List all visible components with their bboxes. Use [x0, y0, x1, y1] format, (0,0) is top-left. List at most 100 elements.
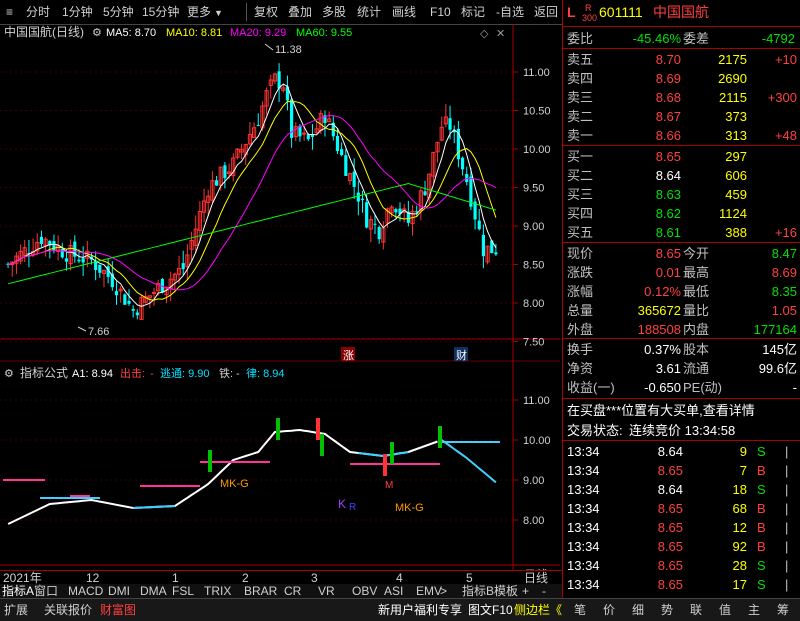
indicator-tab-8[interactable]: CR: [284, 584, 301, 598]
ask-row: 卖四 8.69 2690: [563, 69, 800, 88]
stat-value: 0.12%: [644, 284, 681, 299]
indicator-tab-4[interactable]: DMA: [140, 584, 167, 598]
trade-status-value: 连续竞价 13:34:58: [629, 423, 736, 438]
tab-15min[interactable]: 15分钟: [142, 4, 179, 20]
side-tab-5[interactable]: 值: [719, 602, 731, 618]
chart-settings-icon[interactable]: ⚙: [92, 27, 102, 39]
mk-g-label-1: MK-G: [220, 478, 249, 490]
indicator-tab-3[interactable]: DMI: [108, 584, 130, 598]
stat-value: 145亿: [762, 342, 797, 357]
stat-label: 涨跌: [567, 265, 594, 280]
indicator-tab-6[interactable]: TRIX: [204, 584, 231, 598]
btn-huaxian[interactable]: 画线: [392, 4, 416, 20]
btn-zixuan[interactable]: -自选: [496, 4, 524, 20]
signal-marker: [438, 426, 442, 448]
side-tab-2[interactable]: 细: [632, 602, 644, 618]
tick-divider: |: [785, 444, 789, 459]
ask-volume: 2115: [719, 90, 747, 105]
stat-value: 99.6亿: [758, 361, 797, 376]
ask-row: 卖二 8.67 373: [563, 107, 800, 126]
tab-fenshi[interactable]: 分时: [26, 4, 50, 20]
btn-fanhui[interactable]: 返回: [534, 4, 558, 20]
indicator-tab-13[interactable]: >: [440, 584, 447, 598]
ask-price: 8.66: [655, 128, 681, 143]
indicator-tab-5[interactable]: FSL: [172, 584, 194, 598]
status-new-user[interactable]: 新用户福利专享: [378, 602, 462, 618]
indicator-tab-2[interactable]: MACD: [68, 584, 103, 598]
indicator-chuji-value: -: [150, 368, 154, 380]
indicator-tab-0[interactable]: 指标A: [2, 584, 34, 598]
tick-row: 13:34 8.65 92 B |: [563, 537, 800, 556]
tab-5min[interactable]: 5分钟: [103, 4, 134, 20]
stat-value: 8.35: [771, 284, 797, 299]
btn-tongji[interactable]: 统计: [357, 4, 381, 20]
indicator-tab-11[interactable]: ASI: [384, 584, 403, 598]
indicator-tab-10[interactable]: OBV: [352, 584, 377, 598]
kline-chart[interactable]: 11.00 10.50 10.00 9.50 9.00 8.50 8.00 7.50 11.0…: [0, 24, 560, 570]
status-f10[interactable]: 图文F10: [468, 602, 513, 618]
status-related-quotes[interactable]: 关联报价: [44, 602, 92, 618]
indicator-tab-7[interactable]: BRAR: [244, 584, 277, 598]
stock-code: 601111: [599, 4, 643, 20]
tab-remove-button[interactable]: -: [542, 584, 546, 598]
signal-marker: [208, 450, 212, 472]
indicator-tab-1[interactable]: 窗口: [34, 584, 58, 598]
price-tick-label: 8.50: [523, 260, 544, 272]
candle-body: [373, 223, 377, 225]
bid-price: 8.63: [655, 187, 681, 202]
btn-biaoji[interactable]: 标记: [461, 4, 485, 20]
chart-diamond-icon[interactable]: ◇: [480, 28, 489, 40]
side-tab-7[interactable]: 筹: [777, 602, 789, 618]
indicator-tab-14[interactable]: 指标B: [462, 584, 494, 598]
tick-price: 8.65: [657, 577, 683, 592]
stat-value: 177164: [753, 322, 797, 337]
stat-row: 换手 0.37% 股本 145亿: [563, 340, 800, 359]
candle-body: [460, 157, 465, 170]
ask-change: +10: [774, 52, 797, 67]
indicator-a1: A1: 8.94: [72, 368, 113, 380]
weicha-label: 委差: [683, 31, 710, 46]
indicator-settings-icon[interactable]: ⚙: [4, 368, 14, 380]
tick-time: 13:34: [567, 482, 600, 497]
side-tab-3[interactable]: 势: [661, 602, 673, 618]
tab-1min[interactable]: 1分钟: [62, 4, 93, 20]
taotong-line: [133, 505, 175, 509]
status-sidebar[interactable]: 侧边栏《: [514, 602, 562, 618]
stat-label: 股本: [683, 342, 710, 357]
candle-body: [123, 294, 127, 305]
side-tab-6[interactable]: 主: [748, 602, 760, 618]
indicator-tab-9[interactable]: VR: [318, 584, 335, 598]
chart-close-icon[interactable]: ✕: [496, 28, 505, 40]
signal-marker: [390, 442, 394, 464]
time-label-5: 5: [466, 571, 473, 585]
side-tab-4[interactable]: 联: [690, 602, 702, 618]
btn-diejia[interactable]: 叠加: [288, 4, 312, 20]
bid-volume: 606: [725, 168, 747, 183]
bid-label: 买三: [567, 187, 594, 202]
btn-duogu[interactable]: 多股: [322, 4, 346, 20]
time-label-2: 2: [242, 571, 249, 585]
ask-label: 卖五: [567, 52, 594, 67]
tab-add-button[interactable]: +: [522, 584, 529, 598]
status-expand[interactable]: 扩展: [4, 602, 28, 618]
btn-fuquan[interactable]: 复权: [254, 4, 278, 20]
bid-volume: 1124: [719, 206, 747, 221]
side-tab-1[interactable]: 价: [603, 602, 615, 618]
indicator-tab-15[interactable]: 模板: [494, 584, 518, 598]
ask-change: +300: [767, 90, 797, 105]
tab-more[interactable]: 更多: [187, 4, 211, 20]
tick-side: S: [757, 444, 766, 459]
side-tab-0[interactable]: 笔: [574, 602, 586, 618]
period-label-bottom[interactable]: 日线: [524, 571, 548, 585]
status-wealth-chart[interactable]: 财富图: [100, 602, 136, 618]
indicator-tab-12[interactable]: EMV: [416, 584, 442, 598]
low-price-label: 7.66: [88, 326, 109, 338]
ask-label: 卖二: [567, 109, 594, 124]
more-dropdown-icon[interactable]: ▼: [214, 5, 223, 21]
weibi-value: -45.46%: [632, 31, 681, 46]
btn-f10[interactable]: F10: [430, 4, 451, 20]
big-order-notice[interactable]: 在买盘***位置有大买单,查看详情: [567, 401, 755, 420]
ask-volume: 373: [725, 109, 747, 124]
toolbar-menu-icon[interactable]: ≡: [6, 4, 13, 20]
ma20-label: MA20: 9.29: [230, 27, 286, 39]
